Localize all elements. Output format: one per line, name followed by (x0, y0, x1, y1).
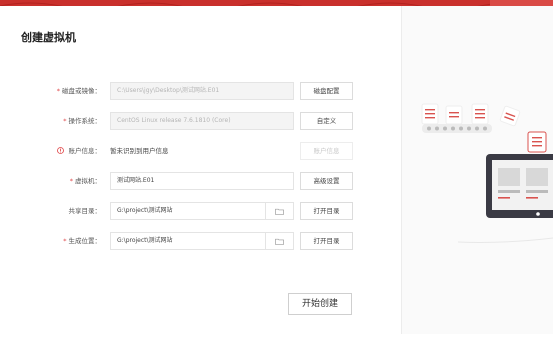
row-operating-system: * 操作系统： CentOS Linux release 7.6.1810 (Co… (0, 112, 401, 130)
vm-illustration (421, 103, 553, 243)
shared-dir-label: 共享目录： (68, 207, 102, 215)
required-asterisk: * (63, 237, 67, 245)
output-location-browse[interactable] (266, 232, 294, 250)
row-shared-directory: 共享目录： G:\project\测试网站 打开目录 (0, 202, 401, 220)
row-vm-name: * 虚拟机： 测试网站.E01 高级设置 (0, 172, 401, 190)
output-location-input[interactable]: G:\project\测试网站 (110, 232, 266, 250)
monitor-icon (457, 154, 553, 243)
disk-image-label-text: 磁盘或镜像： (62, 87, 101, 95)
required-asterisk: * (56, 87, 60, 95)
required-asterisk: * (63, 117, 67, 125)
page-title: 创建虚拟机 (21, 31, 76, 44)
dot-track (422, 124, 492, 133)
os-label: * 操作系统： (63, 112, 101, 130)
floating-document (527, 131, 547, 153)
advanced-settings-button[interactable]: 高级设置 (300, 172, 353, 190)
disk-config-button[interactable]: 磁盘配置 (300, 82, 353, 100)
os-field[interactable]: CentOS Linux release 7.6.1810 (Core) (110, 112, 294, 130)
required-asterisk: * (69, 177, 73, 185)
account-info-label-text: 账户信息： (68, 147, 102, 155)
start-create-button[interactable]: 开始创建 (288, 293, 352, 315)
vm-name-label: * 虚拟机： (70, 172, 101, 190)
warning-icon (57, 147, 66, 155)
create-vm-form-panel (0, 6, 401, 334)
account-info-value: 暂未识别到用户信息 (110, 147, 169, 155)
illustration-panel (402, 6, 553, 334)
folder-icon (275, 208, 284, 215)
row-disk-image: * 磁盘或镜像： C:\Users\jgy\Desktop\测试网站.E01 磁盘… (0, 82, 401, 100)
customize-button[interactable]: 自定义 (300, 112, 353, 130)
vm-name-label-text: 虚拟机： (75, 177, 101, 185)
open-output-dir-button[interactable]: 打开目录 (300, 232, 353, 250)
open-shared-dir-button[interactable]: 打开目录 (300, 202, 353, 220)
shared-dir-browse[interactable] (266, 202, 294, 220)
output-location-label-text: 生成位置： (68, 237, 102, 245)
folder-icon (275, 238, 284, 245)
row-output-location: * 生成位置： G:\project\测试网站 打开目录 (0, 232, 401, 250)
disk-image-label: * 磁盘或镜像： (57, 82, 101, 100)
row-account-info: 账户信息： 暂未识别到用户信息 账户信息 (0, 142, 401, 160)
document-cards (421, 103, 521, 127)
output-location-label: * 生成位置： (63, 232, 101, 250)
account-info-label: 账户信息： (57, 142, 101, 160)
vm-name-input[interactable]: 测试网站.E01 (110, 172, 294, 190)
os-label-text: 操作系统： (68, 117, 102, 125)
account-info-button[interactable]: 账户信息 (300, 142, 353, 160)
disk-image-field[interactable]: C:\Users\jgy\Desktop\测试网站.E01 (110, 82, 294, 100)
shared-dir-input[interactable]: G:\project\测试网站 (110, 202, 266, 220)
